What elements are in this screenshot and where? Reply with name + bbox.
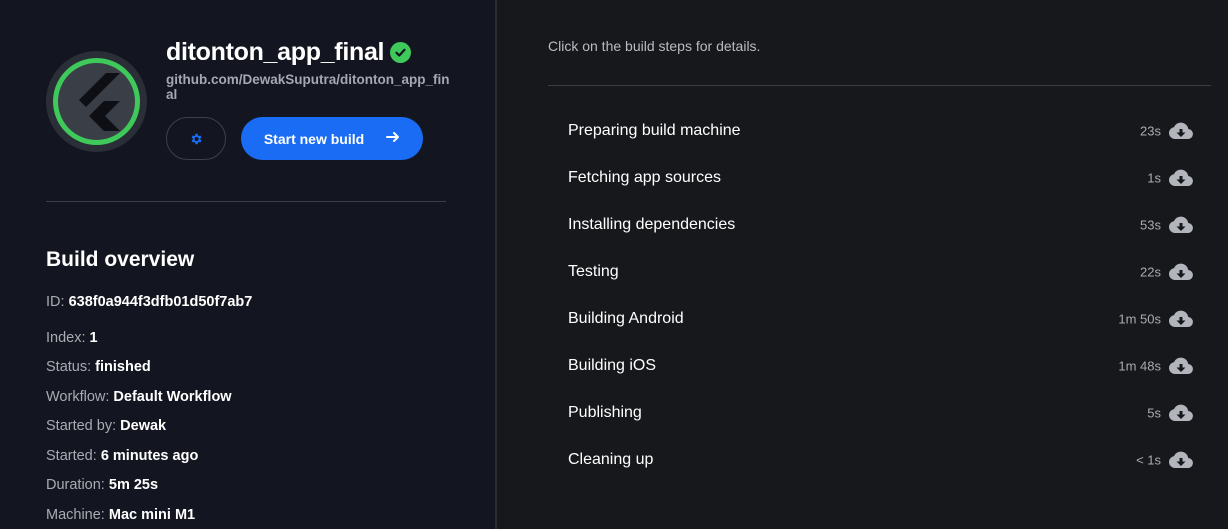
build-step-row[interactable]: Cleaning up < 1s (548, 436, 1211, 483)
step-name: Building Android (568, 309, 684, 327)
cloud-download-icon[interactable] (1169, 263, 1193, 281)
field-label: Index: (46, 330, 86, 346)
step-name: Cleaning up (568, 450, 654, 468)
step-name: Installing dependencies (568, 215, 736, 233)
app-avatar (46, 51, 147, 152)
field-label: ID: (46, 294, 65, 310)
step-name: Fetching app sources (568, 168, 721, 186)
steps-divider (548, 85, 1211, 86)
steps-hint: Click on the build steps for details. (548, 38, 761, 54)
cloud-download-icon[interactable] (1169, 404, 1193, 422)
flutter-logo-icon (79, 73, 120, 131)
field-value: 6 minutes ago (100, 448, 199, 464)
start-new-build-button[interactable]: Start new build (241, 117, 423, 160)
step-duration: 5s (1147, 405, 1161, 420)
step-name: Publishing (568, 403, 642, 421)
field-value: 638f0a944f3dfb01d50f7ab7 (68, 294, 253, 310)
cloud-download-icon[interactable] (1169, 169, 1193, 187)
field-value: finished (95, 359, 151, 375)
arrow-right-icon (386, 130, 400, 148)
build-step-row[interactable]: Publishing 5s (548, 389, 1211, 436)
sidebar-divider (46, 201, 446, 202)
step-duration: 1m 48s (1118, 358, 1161, 373)
field-value: Default Workflow (113, 389, 232, 405)
build-sidebar: ditonton_app_final github.com/DewakSuput… (0, 0, 497, 529)
cloud-download-icon[interactable] (1169, 310, 1193, 328)
build-step-row[interactable]: Building Android 1m 50s (548, 295, 1211, 342)
field-label: Started: (46, 448, 97, 464)
step-name: Building iOS (568, 356, 657, 374)
step-duration: 53s (1140, 217, 1161, 232)
step-name: Testing (568, 262, 619, 280)
app-title: ditonton_app_final (166, 38, 412, 67)
field-label: Started by: (46, 418, 117, 434)
field-id: ID: 638f0a944f3dfb01d50f7ab7 (46, 294, 252, 310)
gear-icon (191, 133, 202, 144)
step-name: Preparing build machine (568, 121, 741, 139)
field-machine: Machine: Mac mini M1 (46, 507, 195, 523)
field-value: Mac mini M1 (108, 507, 196, 523)
cloud-download-icon[interactable] (1169, 216, 1193, 234)
field-duration: Duration: 5m 25s (46, 477, 158, 493)
build-step-row[interactable]: Installing dependencies 53s (548, 201, 1211, 248)
field-started-by: Started by: Dewak (46, 418, 166, 434)
step-duration: 1s (1147, 170, 1161, 185)
field-workflow: Workflow: Default Workflow (46, 389, 232, 405)
repo-link[interactable]: github.com/DewakSuputra/ditonton_app_fin… (166, 72, 451, 102)
step-duration: < 1s (1136, 452, 1161, 467)
overview-title: Build overview (46, 248, 195, 271)
field-index: Index: 1 (46, 330, 98, 346)
field-label: Machine: (46, 507, 105, 523)
field-label: Workflow: (46, 389, 110, 405)
field-value: 1 (89, 330, 98, 346)
start-build-label: Start new build (263, 130, 365, 147)
build-step-row[interactable]: Building iOS 1m 48s (548, 342, 1211, 389)
build-steps-panel: Click on the build steps for details. Pr… (497, 0, 1228, 529)
field-label: Status: (46, 359, 92, 375)
settings-button[interactable] (166, 117, 226, 160)
build-step-row[interactable]: Preparing build machine 23s (548, 107, 1211, 154)
field-value: Dewak (120, 418, 167, 434)
field-status: Status: finished (46, 359, 151, 375)
app-avatar-ring (53, 58, 140, 145)
cloud-download-icon[interactable] (1169, 122, 1193, 140)
step-duration: 22s (1140, 264, 1161, 279)
field-value: 5m 25s (108, 477, 159, 493)
step-duration: 23s (1140, 123, 1161, 138)
cloud-download-icon[interactable] (1169, 357, 1193, 375)
field-label: Duration: (46, 477, 105, 493)
build-step-row[interactable]: Fetching app sources 1s (548, 154, 1211, 201)
cloud-download-icon[interactable] (1169, 451, 1193, 469)
app-name-text: ditonton_app_final (166, 38, 385, 66)
build-step-row[interactable]: Testing 22s (548, 248, 1211, 295)
field-started: Started: 6 minutes ago (46, 448, 198, 464)
step-duration: 1m 50s (1118, 311, 1161, 326)
check-circle-icon (390, 42, 412, 63)
